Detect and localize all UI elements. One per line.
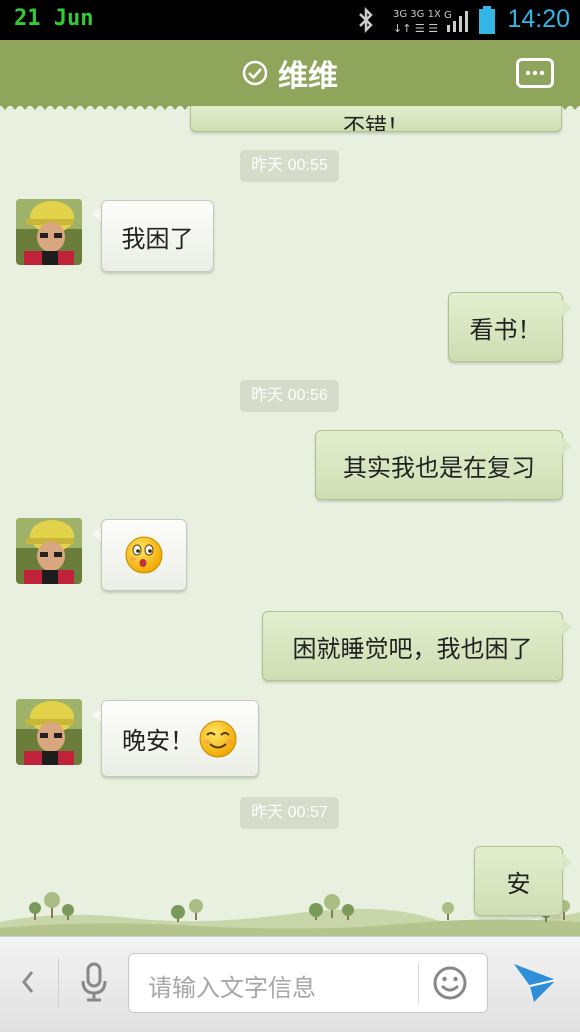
network-3g-icon: 3G 3G 1X ↓↑ ☰ ☰ [393, 9, 440, 34]
message-bubble-outgoing[interactable]: 看书！ [448, 292, 563, 362]
timestamp: 昨天 00:55 [240, 150, 339, 182]
message-text: 安 [506, 869, 531, 898]
message-bubble-outgoing[interactable]: 困就睡觉吧，我也困了 [262, 611, 563, 681]
message-text: 不错！ [342, 115, 409, 132]
bubble-tail [562, 438, 572, 454]
message-input-placeholder: 请输入文字信息 [148, 974, 316, 1002]
message-text: 其实我也是在复习 [343, 453, 535, 482]
avatar-image [16, 199, 82, 265]
divider [58, 958, 59, 1008]
smile-emoji-icon [199, 720, 237, 757]
svg-text:↓↑ ☰ ☰: ↓↑ ☰ ☰ [393, 22, 438, 34]
contact-avatar[interactable] [16, 518, 82, 584]
divider [418, 962, 419, 1004]
message-text: 困就睡觉吧，我也困了 [292, 634, 533, 663]
svg-text:G: G [444, 10, 452, 21]
message-bubble-incoming[interactable]: 我困了 [101, 200, 214, 272]
back-chevron-icon[interactable] [16, 966, 40, 998]
message-bubble-partial[interactable]: 不错！ [190, 106, 562, 132]
message-bubble-outgoing[interactable]: 其实我也是在复习 [315, 430, 563, 500]
message-text: 我困了 [121, 224, 194, 253]
status-date: 21 Jun [14, 6, 94, 31]
bluetooth-icon [359, 7, 373, 33]
message-bubble-outgoing[interactable]: 安 [474, 846, 563, 916]
signal-icon: G [444, 10, 468, 32]
battery-icon [479, 6, 495, 34]
microphone-icon[interactable] [78, 961, 110, 1003]
surprised-emoji-icon [125, 536, 163, 574]
avatar-image [16, 699, 82, 765]
more-options-button[interactable] [516, 58, 554, 88]
bubble-tail [562, 619, 572, 635]
header-title-group[interactable]: 维维 [0, 40, 580, 106]
message-text: 看书！ [469, 315, 542, 344]
message-text: 晚安！ [122, 727, 194, 755]
send-icon[interactable] [512, 960, 558, 1004]
avatar-image [16, 518, 82, 584]
check-circle-icon [242, 60, 268, 86]
bubble-tail [562, 300, 572, 316]
status-time: 14:20 [507, 5, 570, 33]
message-bubble-incoming[interactable]: 晚安！ [101, 700, 259, 777]
bubble-tail [562, 854, 572, 870]
page-title: 维维 [278, 59, 338, 94]
contact-avatar[interactable] [16, 199, 82, 265]
message-bubble-incoming[interactable] [101, 519, 187, 591]
timestamp: 昨天 00:57 [240, 797, 339, 829]
emoji-icon[interactable] [432, 965, 468, 1001]
svg-text:3G 3G 1X: 3G 3G 1X [393, 9, 440, 20]
contact-avatar[interactable] [16, 699, 82, 765]
timestamp: 昨天 00:56 [240, 380, 339, 412]
more-options-icon [525, 70, 545, 76]
